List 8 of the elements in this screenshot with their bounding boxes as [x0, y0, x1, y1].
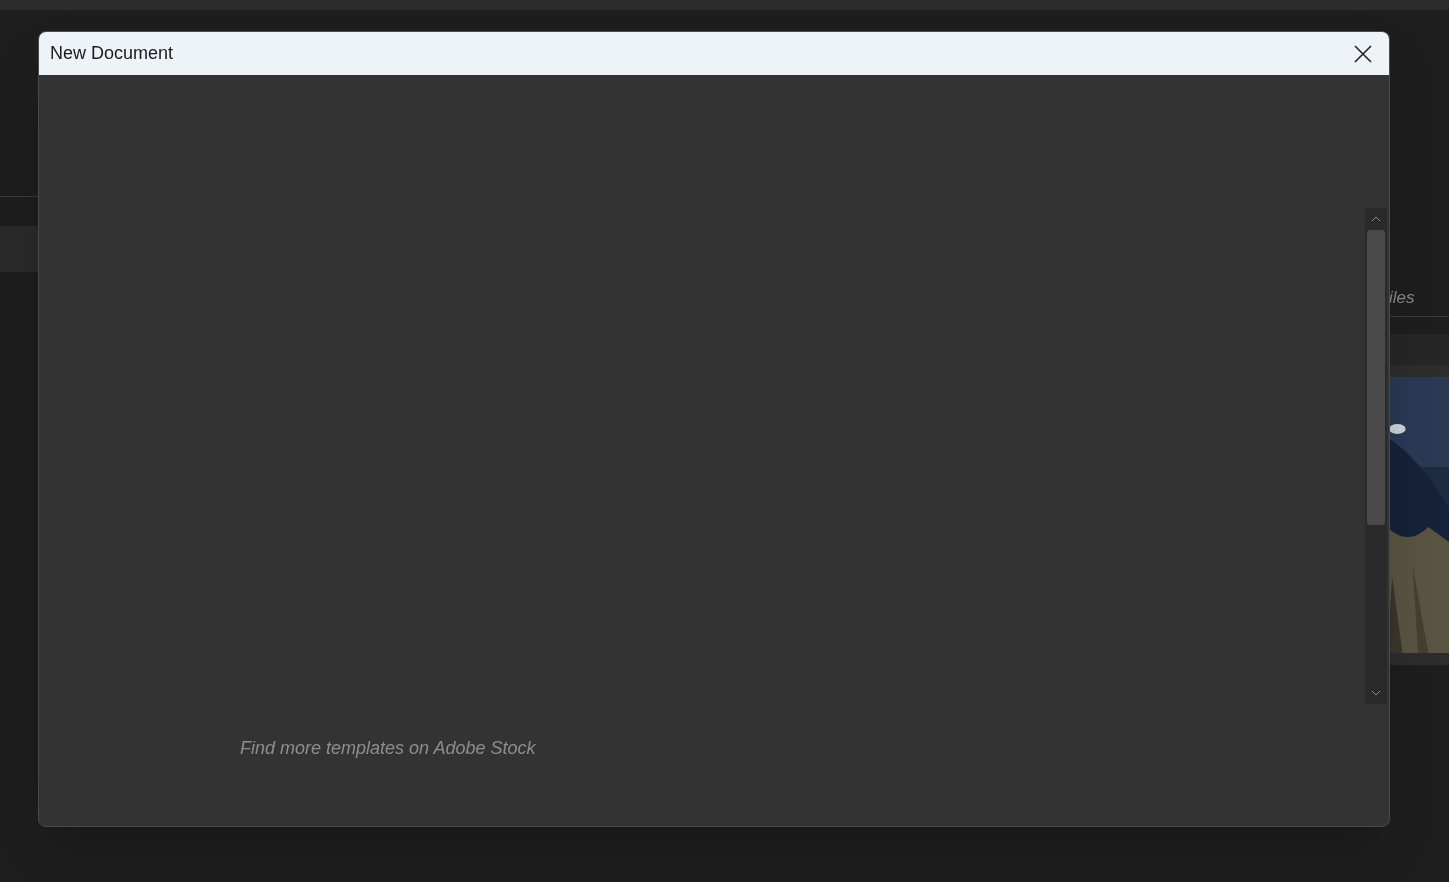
close-icon [1354, 44, 1372, 63]
stock-link[interactable]: Find more templates on Adobe Stock [240, 735, 1365, 762]
scrollbar-thumb[interactable] [1367, 230, 1385, 525]
window-title: New Document [50, 42, 174, 65]
scrollbar[interactable] [1365, 208, 1387, 704]
scroll-up-icon[interactable] [1371, 216, 1381, 222]
scroll-down-icon[interactable] [1371, 690, 1381, 696]
section-label: iles [1388, 287, 1416, 309]
